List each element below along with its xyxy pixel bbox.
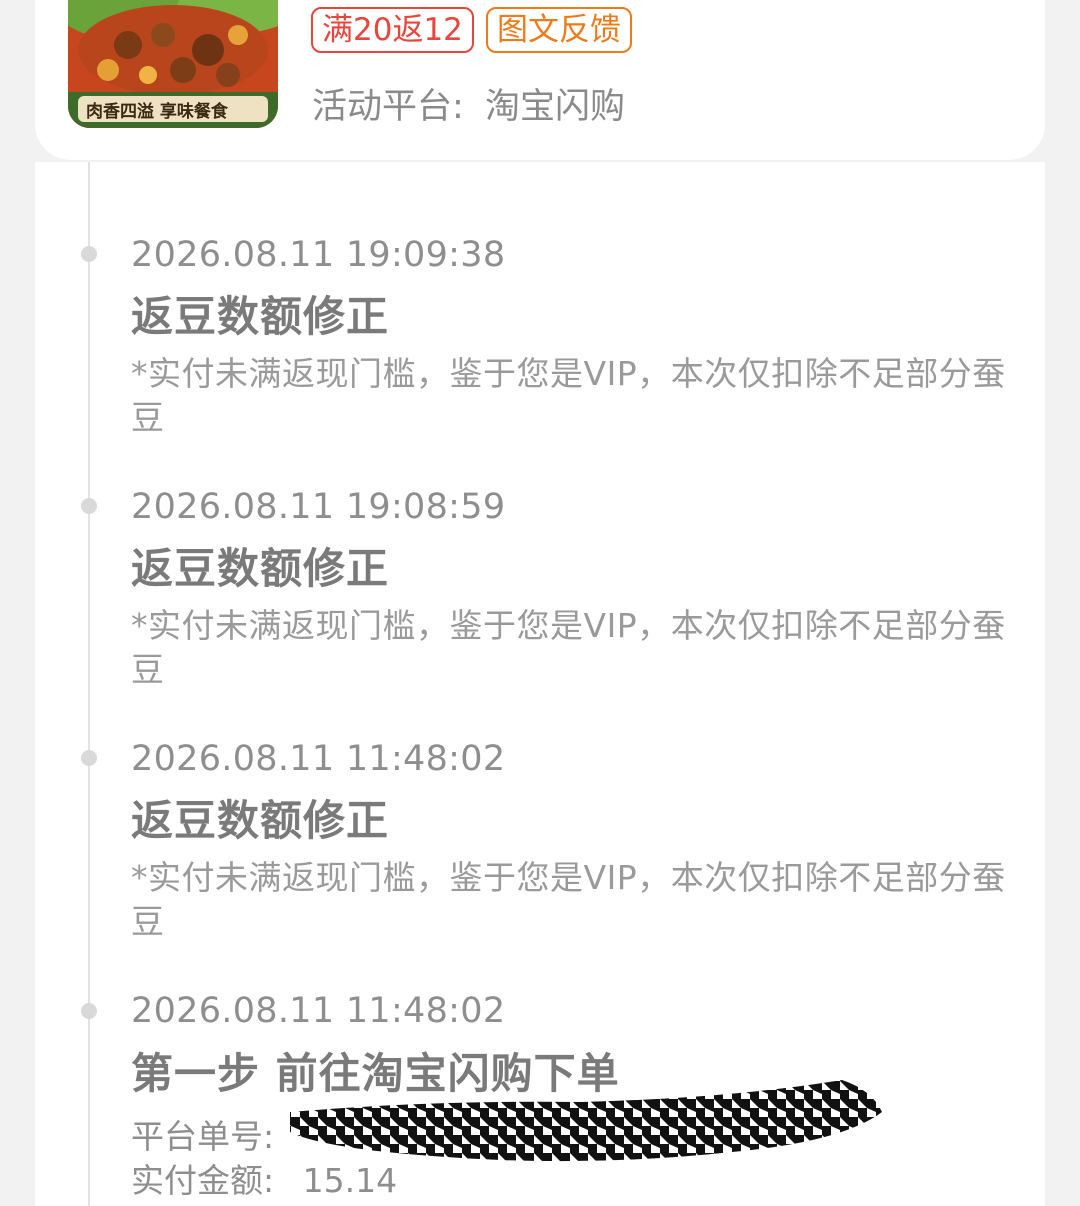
entry-timestamp: 2026.08.11 11:48:02 bbox=[131, 991, 506, 1031]
feedback-tag: 图文反馈 bbox=[486, 7, 632, 53]
timeline-dot bbox=[81, 498, 97, 514]
thumbnail-caption: 肉香四溢 享味餐食 bbox=[86, 102, 228, 122]
platform-label: 活动平台: bbox=[312, 87, 464, 127]
entry-timestamp: 2026.08.11 19:09:38 bbox=[131, 235, 506, 275]
order-number-label: 平台单号: bbox=[131, 1117, 275, 1156]
platform-name: 淘宝闪购 bbox=[484, 87, 625, 127]
entry-timestamp: 2026.08.11 19:08:59 bbox=[131, 487, 506, 527]
product-thumbnail[interactable]: 肉香四溢 享味餐食 bbox=[68, 0, 278, 128]
entry-title: 返豆数额修正 bbox=[131, 292, 390, 341]
timeline-dot bbox=[81, 750, 97, 766]
timeline-dot bbox=[81, 1003, 97, 1019]
timeline-dot bbox=[81, 246, 97, 262]
offer-tag: 满20返12 bbox=[311, 7, 474, 53]
paid-amount-label: 实付金额: bbox=[131, 1161, 275, 1200]
platform-info: 活动平台: 淘宝闪购 bbox=[312, 78, 625, 129]
entry-description: *实付未满返现门槛，鉴于您是VIP，本次仅扣除不足部分蚕豆 bbox=[131, 858, 1006, 941]
order-detail-page: 肉香四溢 享味餐食 满20返12 图文反馈 活动平台: 淘宝闪购 2026.08… bbox=[0, 0, 1080, 1206]
entry-description: *实付未满返现门槛，鉴于您是VIP，本次仅扣除不足部分蚕豆 bbox=[131, 606, 1006, 689]
entry-title: 返豆数额修正 bbox=[131, 796, 390, 845]
redacted-order-number bbox=[290, 1080, 882, 1162]
entry-description: *实付未满返现门槛，鉴于您是VIP，本次仅扣除不足部分蚕豆 bbox=[131, 354, 1006, 437]
entry-title: 返豆数额修正 bbox=[131, 544, 390, 593]
entry-timestamp: 2026.08.11 11:48:02 bbox=[131, 739, 506, 779]
timeline-line bbox=[88, 162, 90, 1206]
